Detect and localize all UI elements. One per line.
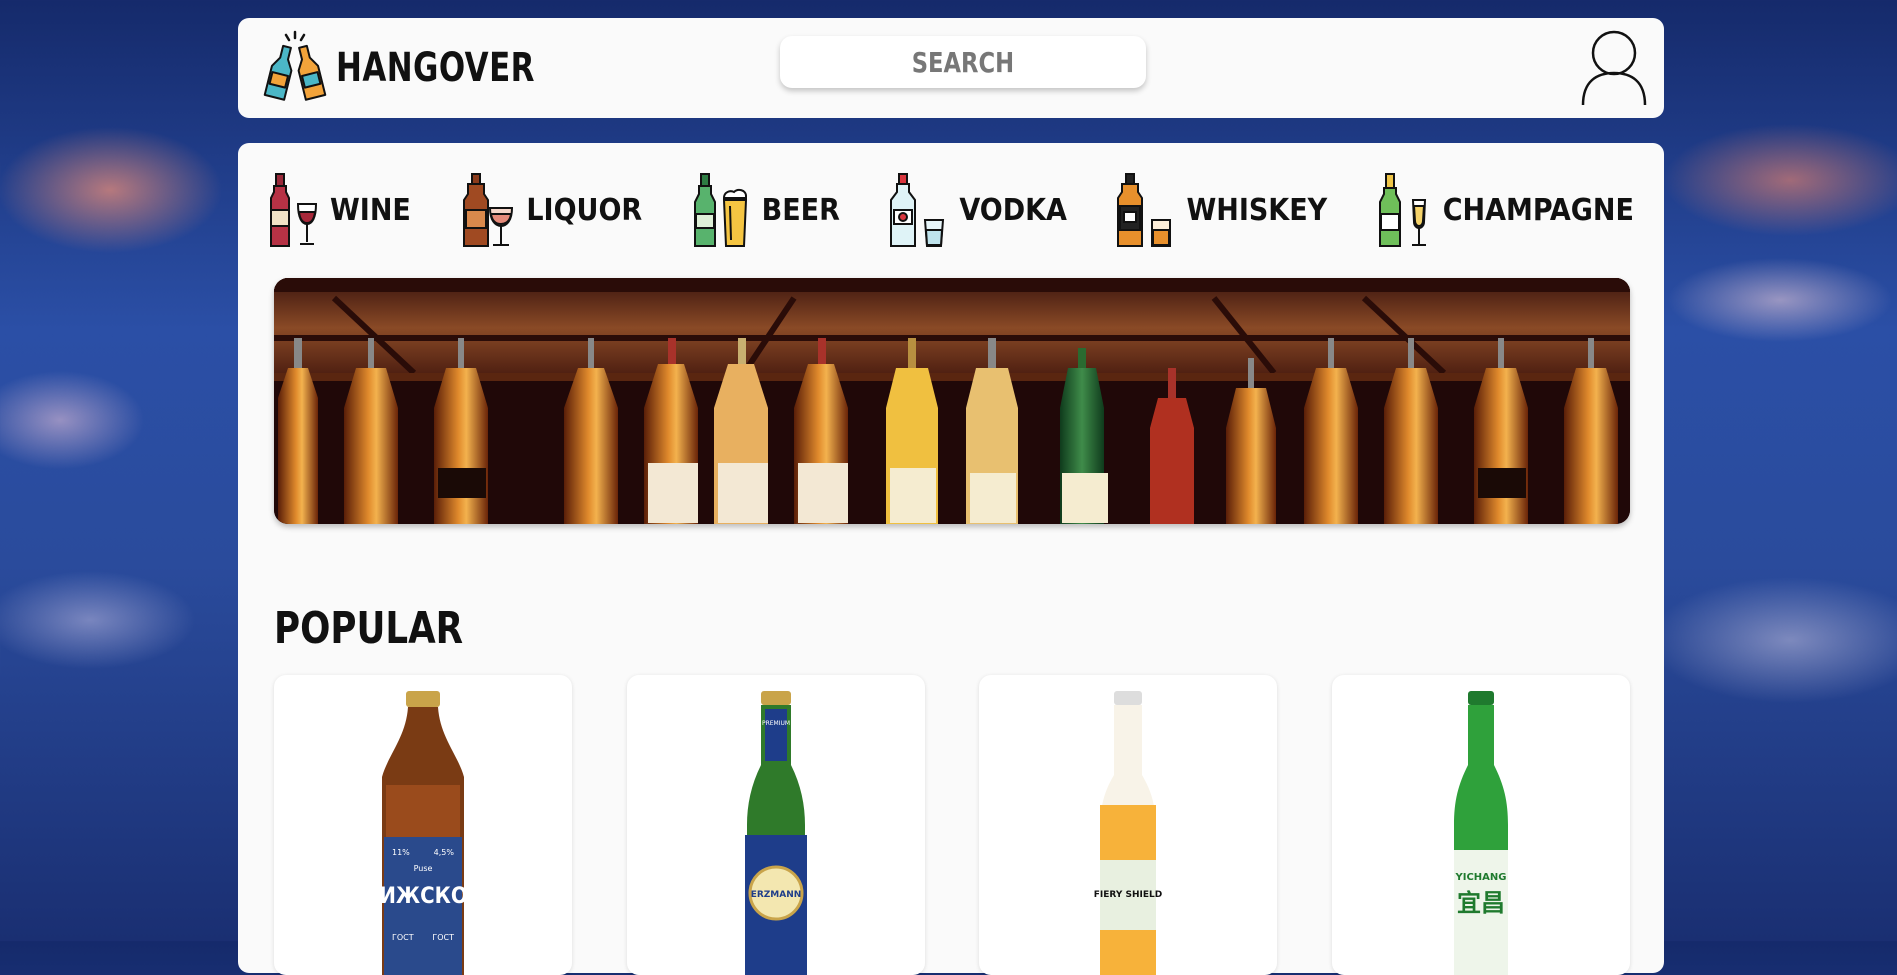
popular-products: 11% 4,5% Puse РИЖСКОЕ ГОСТ ГОСТ PREMIUM …: [274, 675, 1630, 975]
product-card[interactable]: YICHANG 宜昌: [1331, 675, 1630, 975]
brand-logo[interactable]: HANGOVER: [262, 30, 567, 106]
category-vodka[interactable]: VODKA: [889, 170, 1067, 250]
svg-text:PREMIUM: PREMIUM: [762, 720, 790, 727]
svg-text:FIERY SHIELD: FIERY SHIELD: [1094, 890, 1162, 900]
category-champagne[interactable]: CHAMPAGNE: [1377, 170, 1634, 250]
search-input[interactable]: SEARCH: [780, 36, 1146, 88]
svg-text:Puse: Puse: [414, 864, 433, 873]
category-label: BEER: [761, 192, 840, 228]
svg-text:РИЖСКОЕ: РИЖСКОЕ: [365, 884, 481, 909]
product-bottle-image: PREMIUM ERZMANN: [744, 691, 807, 975]
svg-text:ERZMANN: ERZMANN: [750, 890, 801, 900]
champagne-icon: [1377, 170, 1433, 250]
category-label: WHISKEY: [1186, 192, 1328, 228]
svg-text:4,5%: 4,5%: [434, 848, 455, 857]
product-bottle-image: FIERY SHIELD: [1094, 691, 1163, 975]
product-label: 11%: [392, 848, 410, 857]
category-liquor[interactable]: LIQUOR: [460, 170, 642, 250]
user-profile-icon[interactable]: [1580, 29, 1648, 107]
category-label: CHAMPAGNE: [1442, 192, 1634, 228]
main-panel: WINE LIQUOR BEER VODKA WHISKEY CHAMPAGNE…: [238, 143, 1664, 975]
category-wine[interactable]: WINE: [268, 170, 411, 250]
product-bottle-image: 11% 4,5% Puse РИЖСКОЕ ГОСТ ГОСТ: [365, 691, 481, 975]
beer-icon: [692, 170, 752, 250]
vodka-icon: [889, 170, 949, 250]
category-bar: WINE LIQUOR BEER VODKA WHISKEY CHAMPAGNE: [268, 169, 1634, 251]
svg-text:宜昌: 宜昌: [1457, 889, 1505, 917]
category-label: VODKA: [959, 192, 1067, 228]
category-label: LIQUOR: [526, 192, 643, 228]
top-header: HANGOVER SEARCH: [238, 18, 1664, 118]
product-card[interactable]: 11% 4,5% Puse РИЖСКОЕ ГОСТ ГОСТ: [274, 675, 572, 975]
whiskey-icon: [1116, 170, 1176, 250]
product-bottle-image: YICHANG 宜昌: [1453, 691, 1508, 975]
category-label: WINE: [330, 192, 411, 228]
section-title-popular: POPULAR: [274, 603, 464, 654]
product-card[interactable]: PREMIUM ERZMANN: [626, 675, 925, 975]
category-beer[interactable]: BEER: [692, 170, 840, 250]
wine-icon: [268, 170, 320, 250]
svg-text:YICHANG: YICHANG: [1454, 872, 1506, 883]
beer-cheers-icon: [262, 30, 330, 106]
liquor-icon: [460, 170, 516, 250]
search-placeholder: SEARCH: [911, 45, 1015, 79]
hero-banner: [274, 278, 1630, 524]
brand-name: HANGOVER: [336, 45, 535, 91]
product-card[interactable]: FIERY SHIELD: [979, 675, 1278, 975]
category-whiskey[interactable]: WHISKEY: [1116, 170, 1327, 250]
